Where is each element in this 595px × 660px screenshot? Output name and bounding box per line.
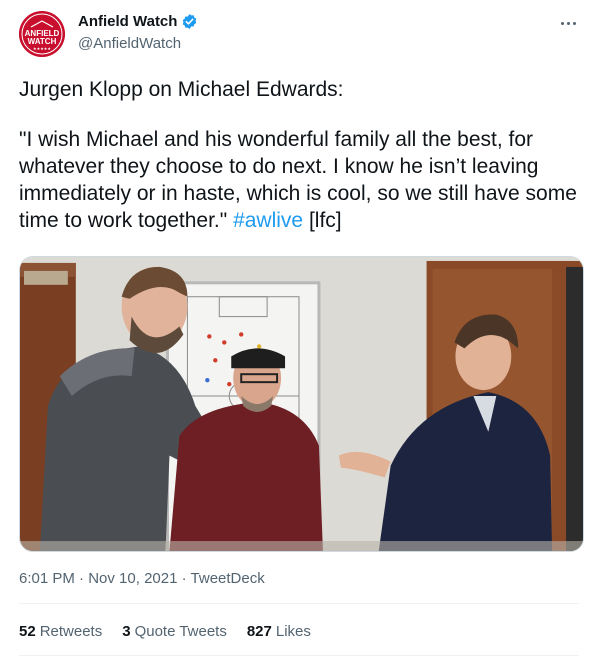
engagement-stats: 52 Retweets 3 Quote Tweets 827 Likes	[19, 623, 311, 640]
tweet-time[interactable]: 6:01 PM	[19, 570, 75, 587]
tweet-source[interactable]: TweetDeck	[191, 570, 265, 587]
author-handle[interactable]: @AnfieldWatch	[78, 35, 181, 52]
meta-separator-2: ·	[181, 570, 187, 587]
tweet-intro-line: Jurgen Klopp on Michael Edwards:	[19, 78, 344, 101]
more-options-icon[interactable]	[557, 12, 579, 34]
anfield-watch-logo: ANFIELD WATCH ★★★★★	[19, 11, 65, 57]
author-name-row: Anfield Watch	[78, 13, 198, 30]
divider-bottom	[19, 655, 579, 656]
tweet-quote: "I wish Michael and his wonderful family…	[19, 126, 579, 234]
tweet-meta: 6:01 PM · Nov 10, 2021 · TweetDeck	[19, 570, 265, 587]
retweets-count[interactable]: 52 Retweets	[19, 623, 102, 640]
tweet-card: ANFIELD WATCH ★★★★★ Anfield Watch @Anfie…	[0, 0, 595, 660]
tweet-photo[interactable]	[19, 256, 584, 552]
likes-count[interactable]: 827 Likes	[247, 623, 311, 640]
meta-separator: ·	[79, 570, 85, 587]
quote-tweets-count[interactable]: 3 Quote Tweets	[122, 623, 227, 640]
tweet-text: Jurgen Klopp on Michael Edwards: "I wish…	[19, 76, 579, 234]
verified-badge-icon	[181, 13, 198, 30]
svg-text:WATCH: WATCH	[28, 37, 57, 46]
tag-suffix: [lfc]	[308, 209, 342, 232]
author-display-name[interactable]: Anfield Watch	[78, 13, 177, 30]
tweet-date[interactable]: Nov 10, 2021	[88, 570, 177, 587]
avatar[interactable]: ANFIELD WATCH ★★★★★	[19, 11, 65, 57]
svg-text:★★★★★: ★★★★★	[33, 46, 51, 51]
hashtag-link[interactable]: #awlive	[233, 209, 303, 232]
divider	[19, 603, 579, 604]
